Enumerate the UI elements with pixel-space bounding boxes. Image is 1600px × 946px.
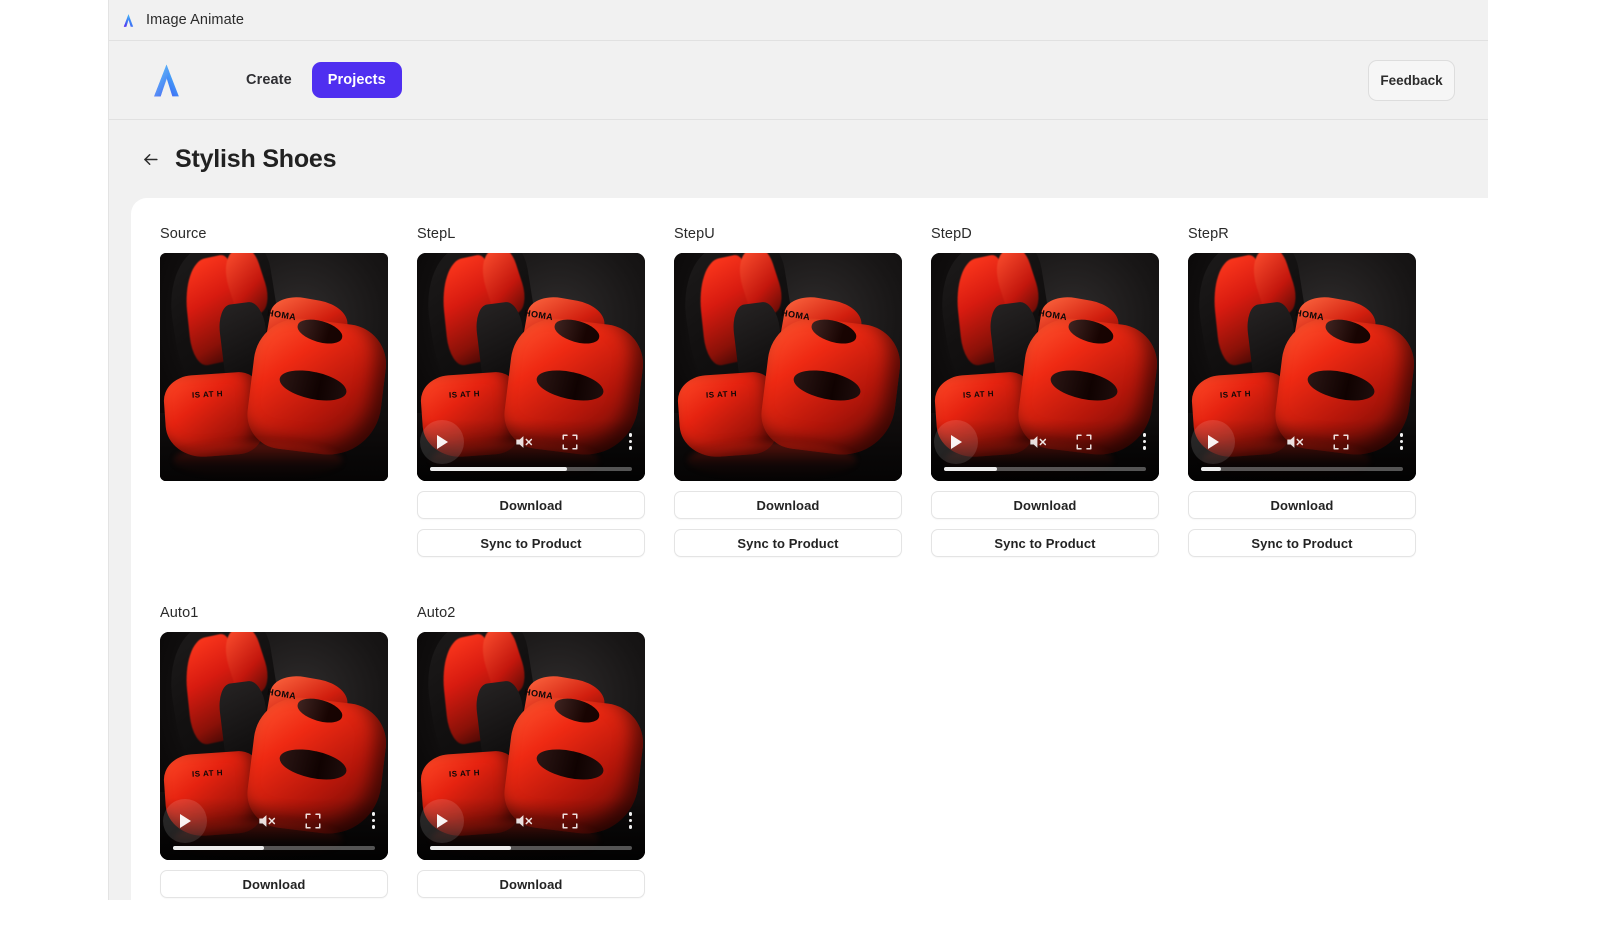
artwork-tag-bottom: IS AT H bbox=[1219, 388, 1252, 400]
more-vertical-icon[interactable] bbox=[1399, 433, 1403, 450]
asset-card-actions: Download Sync to Product bbox=[417, 491, 645, 567]
video-player[interactable]: HOMA IS AT H bbox=[160, 632, 388, 860]
asset-card-actions: Download bbox=[417, 870, 645, 946]
asset-card-label: StepU bbox=[674, 226, 715, 242]
video-player[interactable]: HOMA IS AT H bbox=[1188, 253, 1416, 481]
artwork-tag-bottom: IS AT H bbox=[448, 388, 481, 400]
download-button[interactable]: Download bbox=[417, 491, 645, 519]
sneaker-artwork: HOMA IS AT H bbox=[674, 253, 902, 481]
video-progress-bar[interactable] bbox=[430, 467, 632, 471]
play-icon[interactable] bbox=[163, 799, 207, 843]
top-navigation-bar: Create Projects Feedback bbox=[109, 41, 1488, 120]
arrow-left-icon[interactable] bbox=[139, 148, 161, 170]
more-vertical-icon[interactable] bbox=[1142, 433, 1146, 450]
feedback-button[interactable]: Feedback bbox=[1368, 60, 1455, 101]
app-logo[interactable] bbox=[147, 61, 186, 100]
page-title: Stylish Shoes bbox=[175, 144, 337, 173]
video-progress-bar[interactable] bbox=[430, 846, 632, 850]
sync-to-product-button[interactable]: Sync to Product bbox=[1188, 529, 1416, 557]
play-icon[interactable] bbox=[420, 799, 464, 843]
asset-card: StepL HOMA IS AT H Download Sync to Prod… bbox=[417, 226, 645, 567]
nav-item-projects[interactable]: Projects bbox=[311, 62, 402, 98]
asset-card-actions: Download Sync to Product bbox=[674, 491, 902, 567]
logo-a-icon bbox=[147, 61, 186, 100]
asset-card-actions: Download bbox=[160, 870, 388, 946]
video-player[interactable]: HOMA IS AT H bbox=[417, 632, 645, 860]
nav-item-create[interactable]: Create bbox=[230, 62, 308, 98]
sync-to-product-button[interactable]: Sync to Product bbox=[674, 529, 902, 557]
logo-a-icon bbox=[121, 13, 136, 28]
asset-card-label: Source bbox=[160, 226, 207, 242]
asset-card: StepU HOMA IS AT H Download Sync to Produ… bbox=[674, 226, 902, 567]
artwork-tag-bottom: IS AT H bbox=[191, 767, 224, 779]
download-button[interactable]: Download bbox=[931, 491, 1159, 519]
more-vertical-icon[interactable] bbox=[371, 812, 375, 829]
volume-muted-icon[interactable] bbox=[1027, 432, 1047, 457]
artwork-tag-bottom: IS AT H bbox=[191, 388, 224, 400]
asset-card: StepR HOMA IS AT H Download Sync to Prod… bbox=[1188, 226, 1416, 567]
fullscreen-icon[interactable] bbox=[304, 812, 322, 835]
asset-card-label: StepD bbox=[931, 226, 972, 242]
window-title: Image Animate bbox=[146, 12, 245, 28]
window-titlebar: Image Animate bbox=[109, 0, 1488, 41]
nav-links: Create Projects bbox=[230, 62, 402, 98]
sneaker-artwork: HOMA IS AT H bbox=[160, 253, 388, 481]
asset-card-actions: Download Sync to Product bbox=[1188, 491, 1416, 567]
page-header: Stylish Shoes bbox=[109, 120, 1488, 198]
sync-to-product-button[interactable]: Sync to Product bbox=[417, 529, 645, 557]
video-progress-bar[interactable] bbox=[173, 846, 375, 850]
volume-muted-icon[interactable] bbox=[513, 811, 533, 836]
play-icon[interactable] bbox=[1191, 420, 1235, 464]
asset-card-actions bbox=[160, 481, 388, 557]
video-player[interactable]: HOMA IS AT H bbox=[931, 253, 1159, 481]
more-vertical-icon[interactable] bbox=[628, 812, 632, 829]
download-button[interactable]: Download bbox=[417, 870, 645, 898]
artwork-tag-bottom: IS AT H bbox=[962, 388, 995, 400]
video-player[interactable]: HOMA IS AT H bbox=[674, 253, 902, 481]
grid-row-spacer bbox=[160, 567, 1570, 605]
asset-card-label: StepR bbox=[1188, 226, 1229, 242]
asset-card: Auto1 HOMA IS AT H Download bbox=[160, 605, 388, 946]
play-icon[interactable] bbox=[420, 420, 464, 464]
fullscreen-icon[interactable] bbox=[1075, 433, 1093, 456]
video-player[interactable]: HOMA IS AT H bbox=[417, 253, 645, 481]
more-vertical-icon[interactable] bbox=[628, 433, 632, 450]
asset-card-label: Auto2 bbox=[417, 605, 456, 621]
asset-card: StepD HOMA IS AT H Download Sync to Prod… bbox=[931, 226, 1159, 567]
asset-card-actions: Download Sync to Product bbox=[931, 491, 1159, 567]
volume-muted-icon[interactable] bbox=[513, 432, 533, 457]
asset-card-label: StepL bbox=[417, 226, 456, 242]
sync-to-product-button[interactable]: Sync to Product bbox=[931, 529, 1159, 557]
asset-card: Source HOMA IS AT H bbox=[160, 226, 388, 567]
asset-card-grid: Source HOMA IS AT H StepL HOMA IS AT H D… bbox=[160, 226, 1570, 946]
fullscreen-icon[interactable] bbox=[561, 812, 579, 835]
asset-card: Auto2 HOMA IS AT H Download bbox=[417, 605, 645, 946]
download-button[interactable]: Download bbox=[160, 870, 388, 898]
play-icon[interactable] bbox=[934, 420, 978, 464]
download-button[interactable]: Download bbox=[674, 491, 902, 519]
volume-muted-icon[interactable] bbox=[1284, 432, 1304, 457]
fullscreen-icon[interactable] bbox=[1332, 433, 1350, 456]
artwork-tag-bottom: IS AT H bbox=[705, 388, 738, 400]
download-button[interactable]: Download bbox=[1188, 491, 1416, 519]
asset-card-label: Auto1 bbox=[160, 605, 199, 621]
volume-muted-icon[interactable] bbox=[256, 811, 276, 836]
artwork-tag-bottom: IS AT H bbox=[448, 767, 481, 779]
project-content-panel: Source HOMA IS AT H StepL HOMA IS AT H D… bbox=[131, 198, 1600, 900]
video-progress-bar[interactable] bbox=[1201, 467, 1403, 471]
fullscreen-icon[interactable] bbox=[561, 433, 579, 456]
video-progress-bar[interactable] bbox=[944, 467, 1146, 471]
source-image: HOMA IS AT H bbox=[160, 253, 388, 481]
